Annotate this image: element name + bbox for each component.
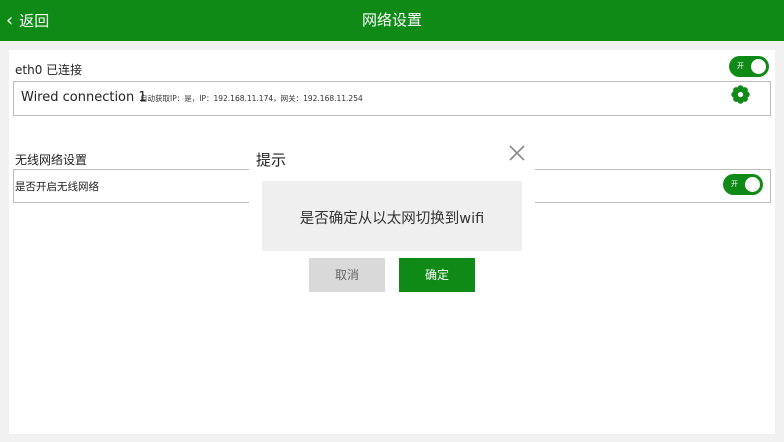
confirm-button[interactable]: 确定	[399, 258, 475, 292]
connection-detail: 自动获取IP：是，IP：192.168.11.174，网关：192.168.11…	[140, 94, 363, 103]
dialog-title: 提示	[256, 151, 287, 169]
ethernet-status-label: eth0 已连接	[15, 63, 83, 77]
cancel-button[interactable]: 取消	[309, 258, 385, 292]
toggle-knob	[745, 177, 760, 192]
dialog-message: 是否确定从以太网切换到wifi	[299, 211, 485, 227]
ethernet-toggle-label: 开	[737, 62, 744, 70]
toggle-knob	[751, 59, 766, 74]
wireless-section-title: 无线网络设置	[15, 153, 88, 167]
gear-icon[interactable]	[731, 85, 750, 104]
wireless-toggle[interactable]: 开	[723, 174, 763, 195]
confirm-dialog: 提示 是否确定从以太网切换到wifi 取消 确定	[249, 137, 535, 301]
wireless-enable-label: 是否开启无线网络	[15, 181, 99, 193]
top-bar: ‹ 返回 网络设置	[0, 0, 784, 41]
wireless-toggle-label: 开	[731, 180, 738, 188]
close-icon[interactable]	[507, 143, 527, 163]
ethernet-connection-row[interactable]: Wired connection 1 自动获取IP：是，IP：192.168.1…	[13, 81, 771, 116]
ethernet-toggle[interactable]: 开	[729, 56, 769, 77]
page-title: 网络设置	[361, 11, 422, 29]
connection-name: Wired connection 1	[21, 90, 147, 105]
dialog-message-box: 是否确定从以太网切换到wifi	[262, 181, 522, 251]
